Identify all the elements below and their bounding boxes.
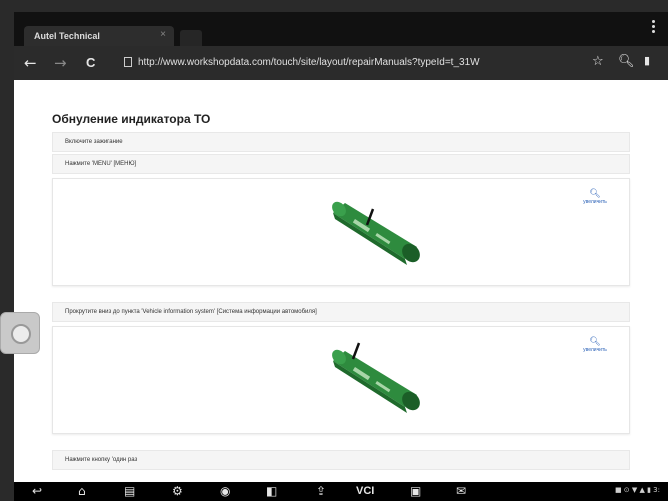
settings-icon[interactable]: ⚙: [172, 484, 183, 498]
zoom-button[interactable]: 🔍︎ увеличить: [577, 337, 613, 353]
car-icon[interactable]: ▣: [410, 484, 421, 498]
home-icon[interactable]: ⌂: [78, 484, 86, 498]
system-nav-bar: ↩ ⌂ ▤ ⚙ ◉ ◧ ⇪ VCI ▣ ✉ ■ ⊙ ▼ ▲ ▮ 3:: [14, 482, 668, 501]
mail-icon[interactable]: ✉: [456, 484, 466, 498]
browser-menu-icon[interactable]: [652, 20, 656, 36]
reload-icon[interactable]: C: [86, 54, 95, 72]
vci-label[interactable]: VCI: [356, 484, 374, 498]
display-icon[interactable]: ◧: [266, 484, 277, 498]
bookmarks-icon[interactable]: ▮: [644, 54, 650, 67]
browser-toolbar: ← → C http://www.workshopdata.com/touch/…: [14, 46, 668, 80]
illustration-card: 🔍︎ увеличить: [52, 326, 630, 434]
back-icon[interactable]: ←: [24, 54, 37, 72]
part-illustration: [332, 342, 420, 413]
magnifier-icon: 🔍︎: [589, 337, 601, 347]
new-tab-button[interactable]: [180, 30, 202, 46]
assistive-touch-button[interactable]: [0, 312, 40, 354]
zoom-label: увеличить: [583, 347, 607, 353]
tab-title: Autel Technical: [34, 31, 100, 41]
part-illustration: [332, 201, 420, 265]
upload-icon[interactable]: ⇪: [316, 484, 326, 498]
camera-icon[interactable]: ◉: [220, 484, 230, 498]
tablet-screen: Autel Technical × ← → C http://www.works…: [14, 12, 668, 482]
recent-apps-icon[interactable]: ▤: [124, 484, 135, 498]
back-nav-icon[interactable]: ↩: [32, 484, 42, 498]
step-text: Нажмите 'MENU' [МЕНЮ]: [52, 154, 630, 174]
zoom-label: увеличить: [583, 199, 607, 205]
forward-icon[interactable]: →: [54, 54, 67, 72]
tablet-frame: Autel Technical × ← → C http://www.works…: [0, 0, 668, 501]
web-page: Обнуление индикатора ТО Включите зажиган…: [14, 80, 668, 482]
search-icon[interactable]: 🔍︎: [618, 54, 635, 69]
tab-close-icon[interactable]: ×: [160, 29, 166, 40]
zoom-button[interactable]: 🔍︎ увеличить: [577, 189, 613, 205]
browser-tab[interactable]: Autel Technical ×: [24, 26, 174, 46]
step-text: Прокрутите вниз до пункта 'Vehicle infor…: [52, 302, 630, 322]
status-indicators: ■ ⊙ ▼ ▲ ▮ 3:: [614, 486, 660, 494]
magnifier-icon: 🔍︎: [589, 189, 601, 199]
step-text: Включите зажигание: [52, 132, 630, 152]
illustration-card: 🔍︎ увеличить: [52, 178, 630, 286]
page-icon: [124, 57, 132, 68]
url-text: http://www.workshopdata.com/touch/site/l…: [138, 57, 480, 68]
step-text: Нажмите кнопку 'один раз: [52, 450, 630, 470]
page-title: Обнуление индикатора ТО: [52, 112, 211, 126]
address-bar[interactable]: http://www.workshopdata.com/touch/site/l…: [124, 53, 589, 73]
browser-tab-strip: Autel Technical ×: [14, 12, 668, 46]
bookmark-star-icon[interactable]: ☆: [592, 54, 604, 69]
